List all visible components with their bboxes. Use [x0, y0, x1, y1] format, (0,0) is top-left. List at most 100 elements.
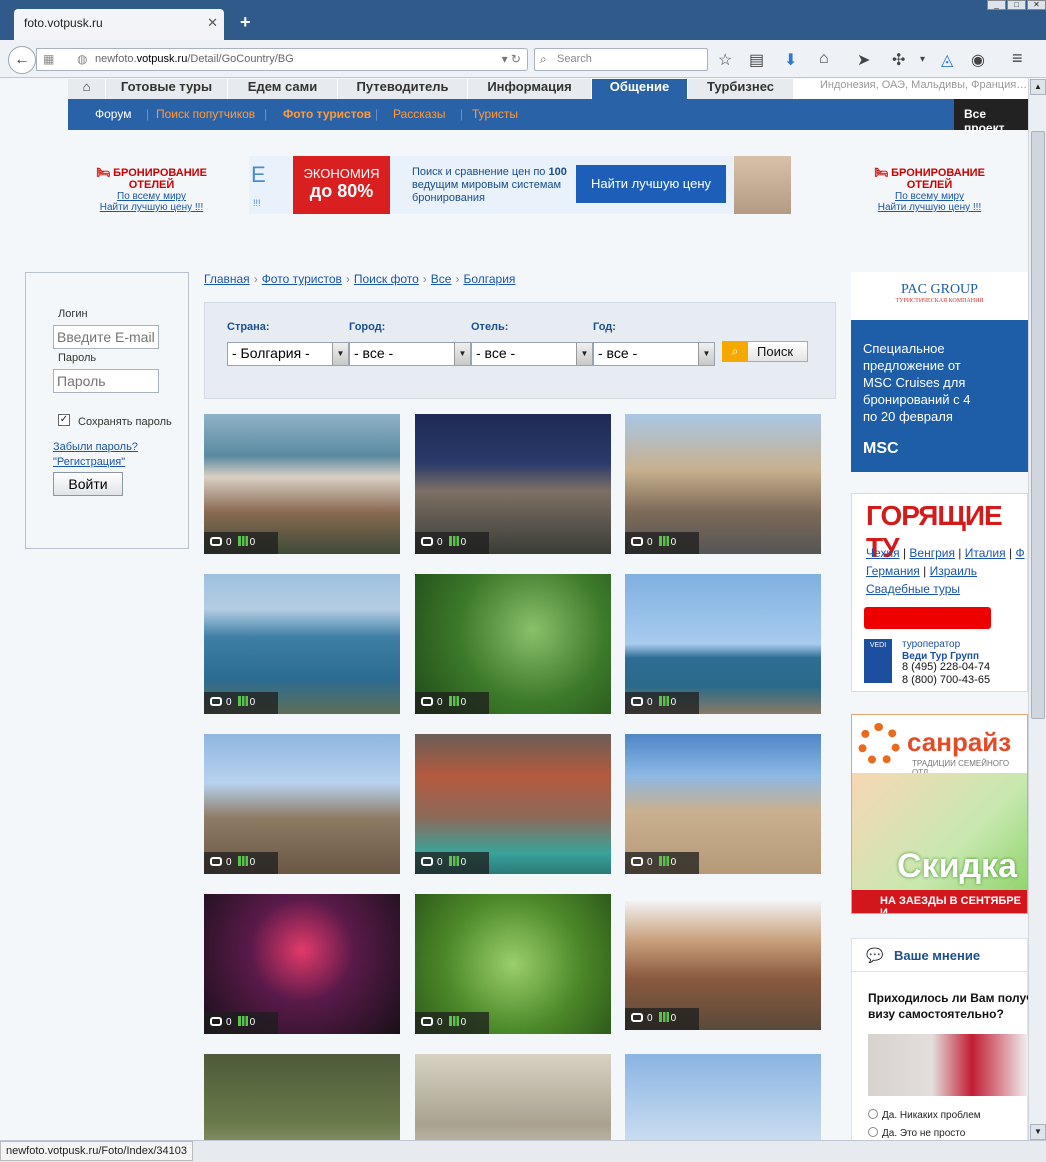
rating-icon	[448, 1016, 459, 1026]
crumb-search[interactable]: Поиск фото	[354, 272, 419, 286]
photo-thumb[interactable]: 00	[204, 734, 400, 874]
sync-icon[interactable]: ◉	[971, 50, 985, 70]
banner-cta-button[interactable]: Найти лучшую цену	[576, 165, 726, 203]
home-icon[interactable]: ⌂	[819, 50, 829, 68]
reload-icon[interactable]: ▾ ↻	[502, 52, 521, 66]
photo-thumb[interactable]: 00	[204, 894, 400, 1034]
reading-list-icon[interactable]: ▤	[749, 50, 764, 70]
tab-title: foto.votpusk.ru	[24, 16, 103, 30]
photo-thumb[interactable]: 00	[625, 901, 821, 1030]
photo-thumb[interactable]: 00	[625, 574, 821, 714]
all-projects-button[interactable]: Все проект	[954, 99, 1028, 135]
radio-button[interactable]	[868, 1109, 878, 1119]
photo-filter: Страна: - Болгария - ▼ Город: - все - ▼ От…	[204, 302, 836, 399]
crumb-photos[interactable]: Фото туристов	[262, 272, 342, 286]
poll-option[interactable]: Да. Никаких проблем	[868, 1109, 981, 1121]
dropdown-icon[interactable]: ▾	[920, 54, 925, 65]
maximize-icon[interactable]: □	[1007, 0, 1026, 10]
ad-hot-tours[interactable]: ГОРЯЩИЕ ТУ Чехия | Венгрия | Италия | Ф …	[851, 493, 1028, 692]
hot-links-row2: Германия | Израиль	[866, 564, 978, 578]
bookmark-star-icon[interactable]: ☆	[718, 50, 732, 70]
sub-item-photos[interactable]: Фото туристов	[283, 107, 371, 121]
hotel-link-world[interactable]: По всему миру	[74, 191, 229, 202]
destinations-text[interactable]: Индонезия, ОАЭ, Мальдивы, Франция…	[820, 79, 1027, 91]
comment-icon	[421, 697, 433, 706]
photo-thumb[interactable]: 00	[625, 414, 821, 554]
minimize-icon[interactable]: _	[987, 0, 1006, 10]
crumb-all[interactable]: Все	[431, 272, 452, 286]
hotel-promo-left: 🛏 БРОНИРОВАНИЕ ОТЕЛЕЙ По всему миру Найт…	[74, 166, 229, 213]
hotel-link-best-price[interactable]: Найти лучшую цену !!!	[74, 202, 229, 213]
search-placeholder: Search	[557, 53, 592, 65]
hotel-link-best-price[interactable]: Найти лучшую цену !!!	[852, 202, 1007, 213]
speech-bubble-icon: 💬	[866, 947, 884, 963]
sub-item-stories[interactable]: Рассказы	[393, 107, 445, 121]
photo-thumb[interactable]	[625, 1054, 821, 1140]
sub-item-companions[interactable]: Поиск попутчиков	[156, 107, 255, 121]
home-menu-icon[interactable]: ⌂	[68, 79, 106, 99]
crumb-home[interactable]: Главная	[204, 272, 250, 286]
photo-thumb[interactable]: 00	[204, 574, 400, 714]
photo-stats: 00	[625, 852, 699, 874]
browser-search-input[interactable]: ⌕ Search	[534, 48, 708, 71]
hotel-select[interactable]: - все - ▼	[471, 342, 593, 366]
comment-icon	[421, 857, 433, 866]
back-button[interactable]: ←	[8, 46, 36, 74]
sub-item-tourists[interactable]: Туристы	[472, 107, 518, 121]
city-label: Город:	[349, 321, 386, 333]
login-button[interactable]: Войти	[53, 472, 123, 496]
hotel-link-world[interactable]: По всему миру	[852, 191, 1007, 202]
scroll-up-icon[interactable]: ▲	[1030, 79, 1046, 95]
menu-item-self[interactable]: Едем сами	[228, 79, 338, 99]
menu-divider: |	[460, 107, 464, 121]
email-field[interactable]	[53, 325, 159, 349]
extension-icon[interactable]: ✣	[892, 50, 905, 70]
new-tab-icon[interactable]: +	[240, 12, 251, 33]
menu-item-tours[interactable]: Готовые туры	[106, 79, 228, 99]
poll-option[interactable]: Да. Это не просто	[868, 1127, 965, 1139]
vertical-scrollbar[interactable]: ▲ ▼	[1028, 79, 1046, 1140]
msc-logo: MSC	[863, 440, 899, 457]
menu-item-guide[interactable]: Путеводитель	[338, 79, 468, 99]
download-icon[interactable]: ⬇	[784, 50, 797, 70]
photo-thumb[interactable]: 00	[625, 734, 821, 874]
photo-thumb[interactable]: 00	[415, 414, 611, 554]
operator-phones: 8 (495) 228-04-74 8 (800) 700-43-65	[902, 661, 991, 686]
photo-thumb[interactable]: 00	[415, 734, 611, 874]
hot-red-button[interactable]	[864, 607, 991, 629]
search-button[interactable]: ⌕ Поиск	[722, 341, 808, 362]
photo-thumb[interactable]	[415, 1054, 611, 1140]
register-link[interactable]: "Регистрация"	[53, 456, 125, 468]
scroll-down-icon[interactable]: ▼	[1030, 1124, 1046, 1140]
ad-banner-hotels[interactable]: E !!! ЭКОНОМИЯ до 80% Поиск и сравнение …	[249, 156, 791, 214]
photo-thumb[interactable]: 00	[204, 414, 400, 554]
menu-item-info[interactable]: Информация	[468, 79, 592, 99]
send-icon[interactable]: ➤	[857, 50, 870, 70]
menu-item-business[interactable]: Турбизнес	[688, 79, 794, 99]
ad-pac-group[interactable]: PAC GROUP ТУРИСТИЧЕСКАЯ КОМПАНИЯ Специаль…	[851, 272, 1028, 472]
close-tab-icon[interactable]: ✕	[207, 15, 218, 31]
radio-button[interactable]	[868, 1127, 878, 1137]
window-controls: _ □ ✕	[986, 0, 1046, 10]
password-field[interactable]	[53, 369, 159, 393]
photo-thumb[interactable]	[204, 1054, 400, 1140]
country-select[interactable]: - Болгария - ▼	[227, 342, 349, 366]
year-select[interactable]: - все - ▼	[593, 342, 715, 366]
browser-tab[interactable]: foto.votpusk.ru ✕	[14, 9, 224, 40]
forgot-password-link[interactable]: Забыли пароль?	[53, 441, 138, 453]
poll-widget: 💬 Ваше мнение Приходилось ли Вам получ ви…	[851, 938, 1028, 1140]
photo-thumb[interactable]: 00	[415, 574, 611, 714]
pocket-icon[interactable]: ◬	[941, 50, 953, 70]
crumb-country[interactable]: Болгария	[463, 272, 515, 286]
address-bar[interactable]: ▦ ◍ newfoto.votpusk.ru/Detail/GoCountry/…	[36, 48, 528, 71]
menu-item-communication[interactable]: Общение	[592, 79, 688, 99]
ad-sunrise[interactable]: санрайз ТРАДИЦИИ СЕМЕЙНОГО ОТД Скидка 2 …	[851, 714, 1028, 914]
city-select[interactable]: - все - ▼	[349, 342, 471, 366]
photo-thumb[interactable]: 00	[415, 894, 611, 1034]
close-window-icon[interactable]: ✕	[1027, 0, 1046, 10]
remember-checkbox[interactable]: ✓	[58, 414, 70, 426]
scroll-thumb[interactable]	[1031, 131, 1045, 719]
history-icon[interactable]: ▦	[43, 52, 54, 66]
menu-icon[interactable]: ≡	[1012, 48, 1023, 69]
sub-item-forum[interactable]: Форум	[95, 107, 131, 121]
